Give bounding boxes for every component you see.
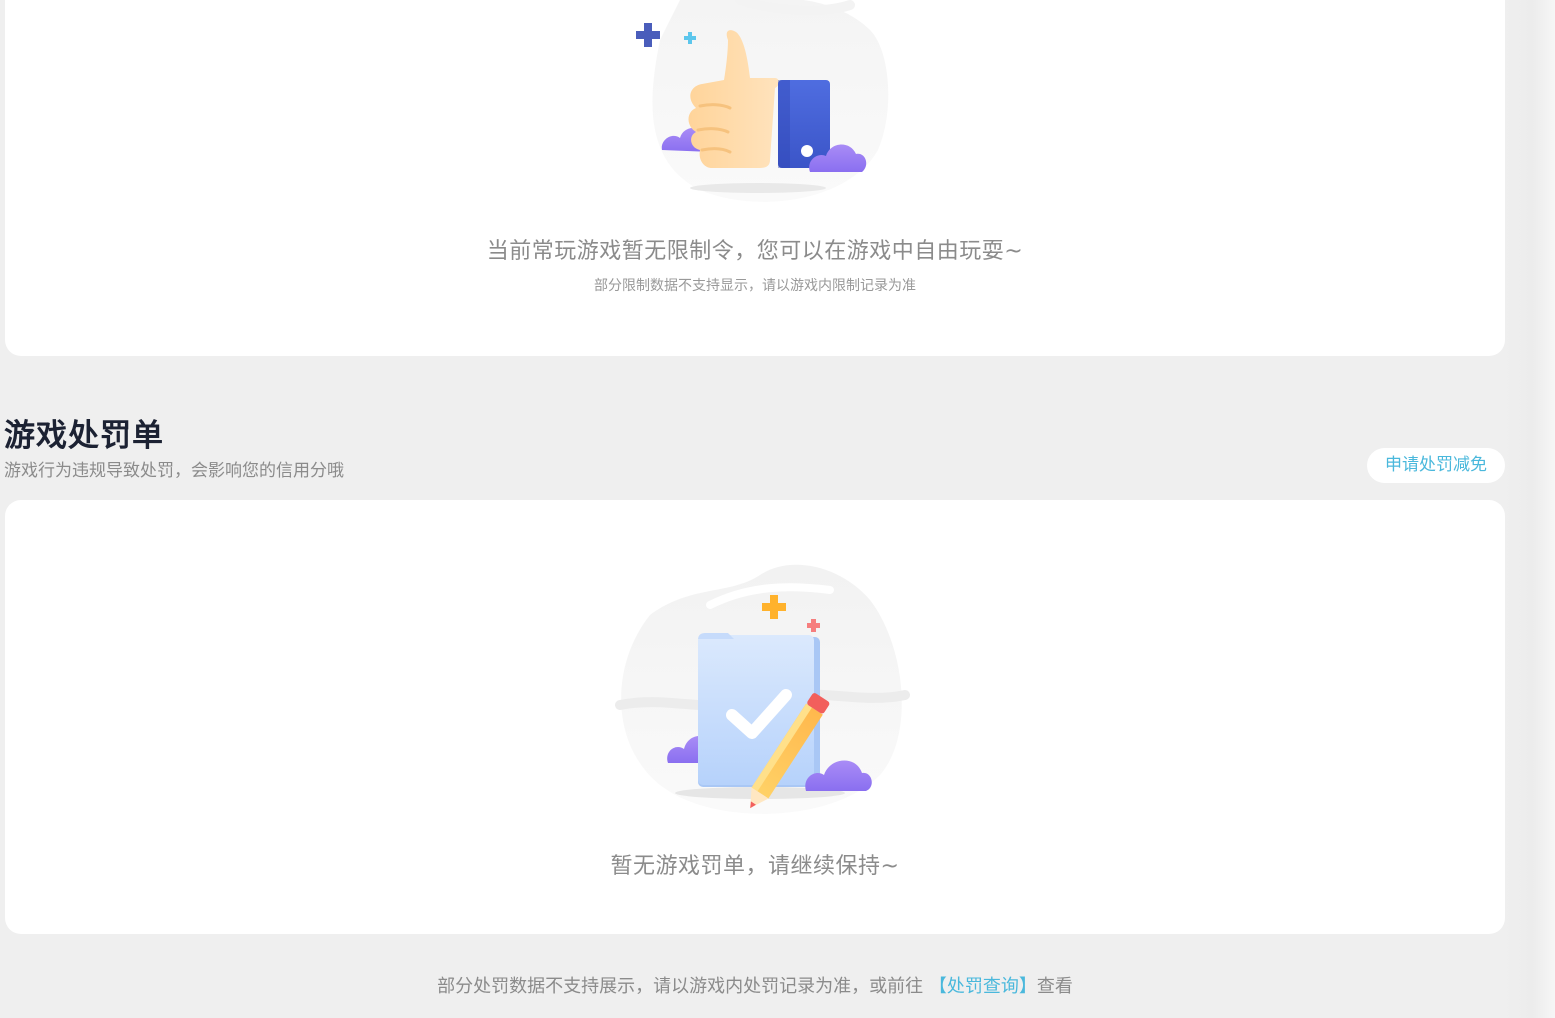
penalty-empty-title: 暂无游戏罚单，请继续保持~ xyxy=(610,854,900,879)
restriction-empty-note: 部分限制数据不支持显示，请以游戏内限制记录为准 xyxy=(594,278,916,294)
section-title: 游戏处罚单 xyxy=(4,418,164,454)
page: 当前常玩游戏暂无限制令，您可以在游戏中自由玩耍~ 部分限制数据不支持显示，请以游… xyxy=(0,0,1555,1018)
apply-penalty-reduction-button[interactable]: 申请处罚减免 xyxy=(1367,448,1505,483)
section-description: 游戏行为违规导致处罚，会影响您的信用分哦 xyxy=(4,461,344,481)
footer-note: 部分处罚数据不支持展示，请以游戏内处罚记录为准，或前往 【处罚查询】查看 xyxy=(0,972,1510,998)
thumbs-up-icon xyxy=(636,0,889,202)
restriction-empty-title: 当前常玩游戏暂无限制令，您可以在游戏中自由玩耍~ xyxy=(486,239,1024,264)
footer-note-suffix: 查看 xyxy=(1036,976,1073,997)
footer-note-text: 部分处罚数据不支持展示，请以游戏内处罚记录为准，或前往 xyxy=(437,976,929,997)
clipboard-check-icon xyxy=(615,564,910,814)
penalty-query-link[interactable]: 【处罚查询】 xyxy=(929,976,1037,997)
scrollbar-track[interactable] xyxy=(1505,0,1555,1018)
